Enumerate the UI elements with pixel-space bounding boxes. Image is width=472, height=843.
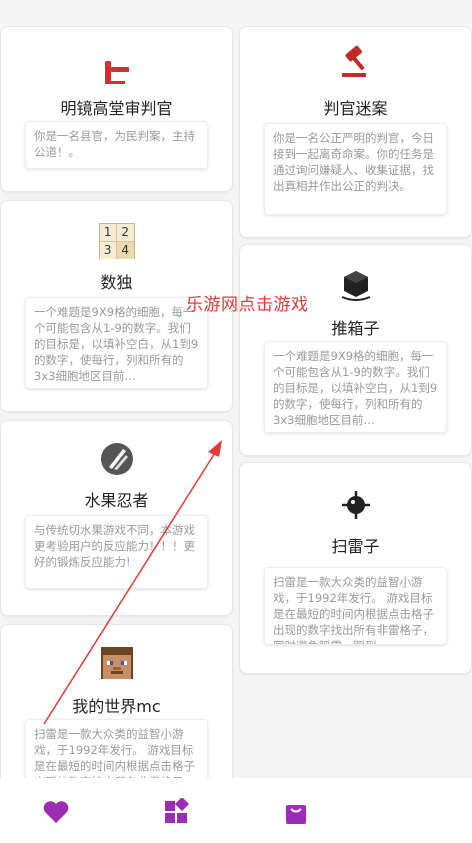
judge-hammer-icon (341, 45, 366, 77)
game-description: 扫雷是一款大众类的益智小游戏，于1992年发行。 游戏目标是在最短的时间内根据点… (25, 719, 208, 781)
sudoku-tile: 2 (117, 224, 134, 241)
game-description: 一个难题是9X9格的细胞，每一个可能包含从1-9的数字。我们的目标是，以填补空白… (264, 341, 447, 433)
game-card-judge-hall[interactable]: 明镜高堂审判官 你是一名县官，为民判案，主持公道！。 (0, 26, 233, 192)
bottom-tab-bar (0, 778, 472, 843)
push-box-icon (341, 271, 370, 301)
game-title: 推箱子 (331, 319, 380, 338)
game-card-judge-mystery[interactable]: 判官迷案 你是一名公正严明的判官，今日接到一起离奇命案。你的任务是通过询问嫌疑人… (239, 26, 472, 238)
mine-icon (341, 491, 370, 519)
game-description: 一个难题是9X9格的细胞，每一个可能包含从1-9的数字。我们的目标是，以填补空白… (25, 297, 208, 389)
heart-icon[interactable] (42, 798, 70, 826)
game-description: 你是一名县官，为民判案，主持公道！。 (25, 121, 208, 169)
game-card-minesweeper[interactable]: 扫雷子 扫雷是一款大众类的益智小游戏，于1992年发行。 游戏目标是在最短的时间… (239, 462, 472, 674)
game-list-page: 明镜高堂审判官 你是一名县官，为民判案，主持公道！。 1 2 3 4 数独 一个… (0, 0, 472, 843)
sudoku-icon: 1 2 3 4 (98, 223, 135, 259)
sudoku-tile: 3 (99, 242, 116, 259)
game-description: 扫雷是一款大众类的益智小游戏，于1992年发行。 游戏目标是在最短的时间内根据点… (264, 567, 447, 645)
game-title: 判官迷案 (323, 99, 388, 118)
game-description: 与传统切水果游戏不同，本游戏更考验用户的反应能力！！！更好的锻炼反应能力! (25, 515, 208, 589)
game-title: 水果忍者 (84, 491, 149, 510)
game-title: 我的世界mc (72, 697, 161, 716)
game-card-push-box[interactable]: 推箱子 一个难题是9X9格的细胞，每一个可能包含从1-9的数字。我们的目标是，以… (239, 244, 472, 456)
sudoku-tile: 4 (117, 242, 134, 259)
shopping-bag-icon[interactable] (282, 798, 310, 826)
game-card-fruit-ninja[interactable]: 水果忍者 与传统切水果游戏不同，本游戏更考验用户的反应能力！！！更好的锻炼反应能… (0, 420, 233, 616)
game-title: 扫雷子 (331, 537, 380, 556)
game-title: 明镜高堂审判官 (60, 99, 173, 118)
apps-grid-icon[interactable] (162, 798, 190, 826)
minecraft-steve-icon (100, 647, 133, 679)
watermark-text: 乐游网点击游戏 (186, 295, 309, 315)
game-description: 你是一名公正严明的判官，今日接到一起离奇命案。你的任务是通过询问嫌疑人、收集证据… (264, 123, 447, 215)
gavel-icon (104, 61, 129, 84)
sudoku-tile: 1 (99, 224, 116, 241)
fruit-ninja-icon (100, 443, 133, 475)
